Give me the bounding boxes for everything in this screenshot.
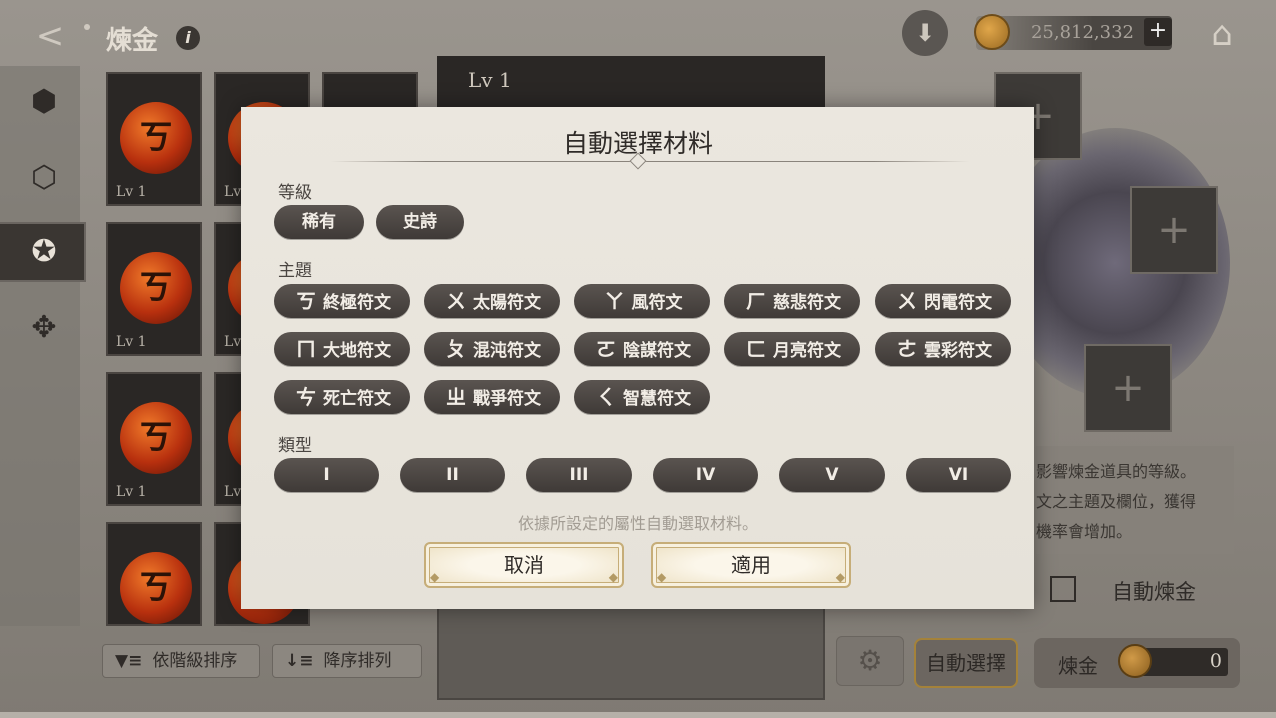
sidebar-dice-icon[interactable]: ⬡	[22, 156, 66, 200]
sort-order-icon: ↓≡	[285, 651, 314, 671]
theme-label: 閃電符文	[924, 293, 992, 313]
theme-label: 太陽符文	[473, 293, 541, 313]
sort-by-tier-label: 依階級排序	[152, 651, 238, 671]
grade-option-epic[interactable]: 史詩	[376, 205, 464, 239]
theme-label: 慈悲符文	[773, 293, 841, 313]
theme-option[interactable]: ㄎ終極符文	[274, 284, 410, 318]
ultimate-rune-icon: ㄎ	[296, 289, 316, 313]
theme-option[interactable]: ㄑ智慧符文	[574, 380, 710, 414]
currency-amount: 25,812,332	[1030, 22, 1134, 43]
card-level: Lv	[224, 484, 242, 500]
type-option-3[interactable]: III	[526, 458, 632, 492]
inventory-card[interactable]: ㄎ Lv 1	[106, 222, 202, 356]
bottom-edge-strip	[0, 712, 1276, 718]
theme-option[interactable]: ㄆ混沌符文	[424, 332, 560, 366]
sort-order-label: 降序排列	[323, 651, 392, 671]
moon-rune-icon: ㄈ	[746, 337, 766, 361]
theme-option[interactable]: ㄏ慈悲符文	[724, 284, 860, 318]
theme-label: 死亡符文	[323, 389, 391, 409]
filter-icon: ▼≡	[115, 651, 143, 671]
download-icon[interactable]: ⬇	[902, 10, 948, 56]
card-level: Lv	[224, 334, 242, 350]
description-line: 文之主題及欄位，獲得	[1036, 492, 1197, 511]
rune-glyph: ㄎ	[139, 568, 173, 608]
sort-by-tier-button[interactable]: ▼≡ 依階級排序	[102, 644, 260, 678]
mercy-rune-icon: ㄏ	[746, 289, 766, 313]
wind-rune-icon: ㄚ	[604, 289, 625, 313]
type-option-5[interactable]: V	[779, 458, 885, 492]
auto-select-button[interactable]: 自動選擇	[914, 638, 1018, 688]
theme-option[interactable]: ㄘ死亡符文	[274, 380, 410, 414]
add-currency-button[interactable]: +	[1144, 18, 1172, 46]
war-rune-icon: ㄓ	[446, 385, 466, 409]
alchemy-cost: 0	[1209, 650, 1222, 672]
alchemy-coin-icon	[1118, 644, 1152, 678]
theme-label: 智慧符文	[623, 389, 691, 409]
card-level: Lv 1	[116, 484, 147, 500]
dialog-hint: 依據所設定的屬性自動選取材料。	[517, 514, 758, 533]
page-title: 煉金	[106, 26, 159, 56]
theme-option[interactable]: ㄚ風符文	[574, 284, 710, 318]
center-level: Lv 1	[468, 68, 512, 92]
theme-option[interactable]: ㄜ雲彩符文	[875, 332, 1011, 366]
sort-order-button[interactable]: ↓≡ 降序排列	[272, 644, 422, 678]
title-divider	[330, 161, 970, 162]
grade-option-rare[interactable]: 稀有	[274, 205, 364, 239]
theme-label: 戰爭符文	[473, 389, 541, 409]
type-option-2[interactable]: II	[400, 458, 505, 492]
theme-option[interactable]: ㄨ閃電符文	[875, 284, 1011, 318]
info-icon[interactable]: i	[176, 26, 200, 50]
conspiracy-rune-icon: ㄛ	[596, 337, 616, 361]
title-separator-dot	[84, 24, 90, 30]
material-slot[interactable]: +	[1130, 186, 1218, 274]
theme-option[interactable]: ㄇ大地符文	[274, 332, 410, 366]
sun-rune-icon: ㄨ	[446, 289, 466, 313]
card-level: Lv 1	[116, 184, 147, 200]
settings-gear-icon[interactable]: ⚙	[836, 636, 904, 686]
grade-section-label: 等級	[278, 183, 312, 203]
inventory-card[interactable]: ㄎ Lv 1	[106, 372, 202, 506]
rune-glyph: ㄎ	[139, 418, 173, 458]
gold-coin-icon	[974, 14, 1010, 50]
theme-option[interactable]: ㄛ陰謀符文	[574, 332, 710, 366]
home-icon[interactable]: ⌂	[1200, 14, 1244, 54]
chaos-rune-icon: ㄆ	[446, 337, 466, 361]
type-option-4[interactable]: IV	[653, 458, 758, 492]
theme-label: 雲彩符文	[924, 341, 992, 361]
rune-glyph: ㄎ	[139, 268, 173, 308]
sidebar-rune-icon[interactable]: ✪	[22, 230, 66, 274]
theme-section-label: 主題	[278, 261, 312, 281]
auto-alchemy-label: 自動煉金	[1112, 580, 1196, 604]
type-option-6[interactable]: VI	[906, 458, 1011, 492]
theme-label: 風符文	[631, 293, 683, 313]
theme-label: 大地符文	[323, 341, 391, 361]
sidebar-puzzle-icon[interactable]: ✥	[22, 306, 66, 350]
apply-button[interactable]: 適用	[651, 542, 851, 598]
description-line: 影響煉金道具的等級。	[1036, 462, 1197, 481]
sidebar-armor-icon[interactable]: ⬢	[22, 80, 66, 124]
lightning-rune-icon: ㄨ	[897, 289, 917, 313]
auto-alchemy-checkbox[interactable]	[1050, 576, 1076, 602]
earth-rune-icon: ㄇ	[296, 337, 316, 361]
alchemy-button-label: 煉金	[1058, 654, 1098, 678]
theme-label: 陰謀符文	[623, 341, 691, 361]
type-section-label: 類型	[278, 436, 312, 456]
wisdom-rune-icon: ㄑ	[596, 385, 616, 409]
card-level: Lv	[224, 184, 242, 200]
theme-label: 終極符文	[323, 293, 391, 313]
theme-option[interactable]: ㄈ月亮符文	[724, 332, 860, 366]
death-rune-icon: ㄘ	[296, 385, 316, 409]
theme-label: 月亮符文	[773, 341, 841, 361]
back-arrow-icon[interactable]: <	[22, 14, 78, 58]
inventory-card[interactable]: ㄎ	[106, 522, 202, 626]
theme-option[interactable]: ㄓ戰爭符文	[424, 380, 560, 414]
card-level: Lv 1	[116, 334, 147, 350]
material-slot[interactable]: +	[1084, 344, 1172, 432]
theme-label: 混沌符文	[473, 341, 541, 361]
theme-option[interactable]: ㄨ太陽符文	[424, 284, 560, 318]
cancel-button[interactable]: 取消	[424, 542, 624, 598]
type-option-1[interactable]: I	[274, 458, 379, 492]
cloud-rune-icon: ㄜ	[897, 337, 917, 361]
